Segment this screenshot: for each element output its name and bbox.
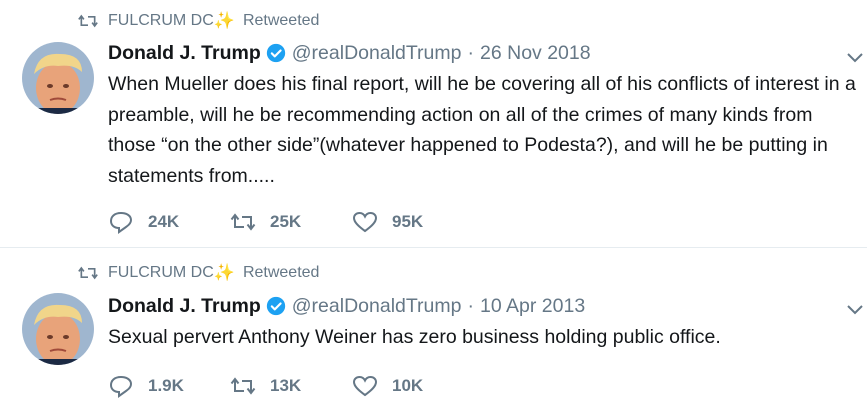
tweet-header: Donald J. Trump @realDonaldTrump · 26 No… xyxy=(108,40,591,66)
reply-button[interactable]: 1.9K xyxy=(108,374,230,398)
reply-count: 1.9K xyxy=(148,376,184,395)
retweeted-label: Retweeted xyxy=(242,12,320,29)
author-handle[interactable]: @realDonaldTrump xyxy=(292,295,462,318)
heart-icon xyxy=(352,211,378,233)
heart-icon xyxy=(352,375,378,397)
retweet-count: 13K xyxy=(270,376,302,395)
author-name[interactable]: Donald J. Trump xyxy=(108,42,261,65)
avatar[interactable] xyxy=(22,293,94,365)
retweet-button[interactable]: 13K xyxy=(230,374,352,398)
reply-button[interactable]: 24K xyxy=(108,210,230,234)
tweet-actions: 24K 25K 95K xyxy=(108,209,474,235)
like-count: 95K xyxy=(392,212,424,231)
chevron-down-icon[interactable] xyxy=(846,304,864,316)
separator-dot: · xyxy=(467,41,475,64)
retweeted-label: Retweeted xyxy=(242,264,320,281)
tweet-date[interactable]: 10 Apr 2013 xyxy=(480,295,585,318)
author-handle[interactable]: @realDonaldTrump xyxy=(292,42,462,65)
tweet[interactable]: FULCRUM DC ✨ Retweeted Donald J. Trump @… xyxy=(0,0,867,248)
retweet-icon xyxy=(230,213,256,231)
like-count: 10K xyxy=(392,376,424,395)
retweeter-name[interactable]: FULCRUM DC xyxy=(108,12,214,30)
retweeted-by-row: FULCRUM DC ✨ Retweeted xyxy=(78,10,319,32)
retweet-count: 25K xyxy=(270,212,302,231)
retweet-button[interactable]: 25K xyxy=(230,210,352,234)
reply-icon xyxy=(109,211,133,234)
author-name[interactable]: Donald J. Trump xyxy=(108,295,261,318)
like-button[interactable]: 10K xyxy=(352,374,474,398)
sparkle-emoji: ✨ xyxy=(213,263,235,282)
retweet-icon xyxy=(230,377,256,395)
tweet-text: Sexual pervert Anthony Weiner has zero b… xyxy=(108,326,721,348)
separator-dot: · xyxy=(467,294,475,317)
reply-count: 24K xyxy=(148,212,180,231)
retweet-icon xyxy=(78,14,98,28)
sparkle-emoji: ✨ xyxy=(213,11,235,30)
avatar[interactable] xyxy=(22,42,94,114)
verified-badge-icon xyxy=(266,296,285,316)
tweet-text: When Mueller does his final report, will… xyxy=(108,73,856,187)
tweet-header: Donald J. Trump @realDonaldTrump · 10 Ap… xyxy=(108,293,585,319)
like-button[interactable]: 95K xyxy=(352,210,474,234)
retweeter-name[interactable]: FULCRUM DC xyxy=(108,264,214,282)
tweet-date[interactable]: 26 Nov 2018 xyxy=(480,42,591,65)
reply-icon xyxy=(109,375,133,398)
tweet-actions: 1.9K 13K 10K xyxy=(108,373,474,399)
retweeted-by-row: FULCRUM DC ✨ Retweeted xyxy=(78,262,319,284)
tweet[interactable]: FULCRUM DC ✨ Retweeted Donald J. Trump @… xyxy=(0,249,867,409)
chevron-down-icon[interactable] xyxy=(846,52,864,64)
retweet-icon xyxy=(78,266,98,280)
verified-badge-icon xyxy=(266,43,285,63)
